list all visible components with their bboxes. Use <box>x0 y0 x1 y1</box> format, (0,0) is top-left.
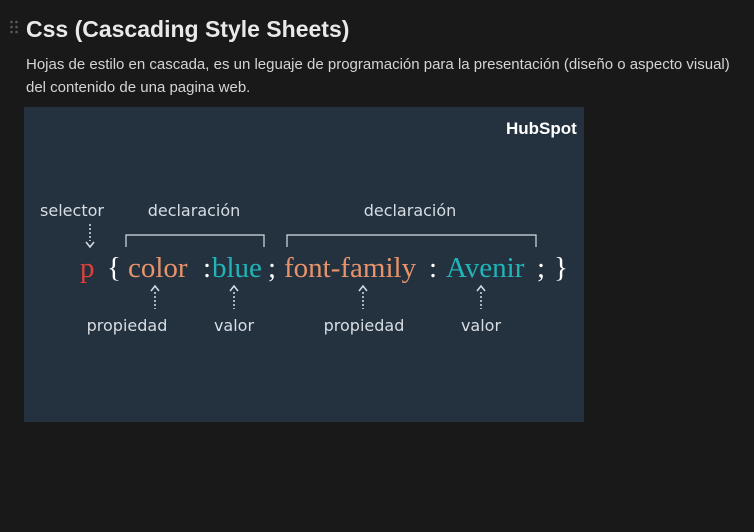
code-value-1: blue <box>212 252 262 284</box>
label-value-2: valor <box>461 316 502 335</box>
code-semicolon-1: ; <box>268 252 276 284</box>
code-property-1: color <box>128 252 188 284</box>
label-declaration-2: declaración <box>364 201 457 220</box>
page: Css (Cascading Style Sheets) Hojas de es… <box>0 0 754 532</box>
code-colon-2: : <box>429 252 437 284</box>
drag-handle-icon[interactable] <box>9 19 19 35</box>
css-syntax-image[interactable]: HubSpot selector declaración declaración… <box>24 107 584 422</box>
code-colon-1: : <box>203 252 211 284</box>
label-property-2: propiedad <box>324 316 405 335</box>
code-open-brace: { <box>107 252 121 284</box>
description-paragraph[interactable]: Hojas de estilo en cascada, es un leguaj… <box>26 53 738 99</box>
label-declaration-1: declaración <box>148 201 241 220</box>
code-close-brace: } <box>554 252 568 284</box>
code-semicolon-2: ; <box>537 252 545 284</box>
label-value-1: valor <box>214 316 255 335</box>
code-value-2: Avenir <box>446 252 525 284</box>
code-line: p { color : blue ; font-family : Avenir … <box>80 252 568 284</box>
hubspot-logo: HubSpot <box>506 119 577 138</box>
code-selector: p <box>80 252 95 284</box>
code-property-2: font-family <box>284 252 417 284</box>
page-heading[interactable]: Css (Cascading Style Sheets) <box>26 13 349 45</box>
label-property-1: propiedad <box>87 316 168 335</box>
label-selector: selector <box>40 201 104 220</box>
